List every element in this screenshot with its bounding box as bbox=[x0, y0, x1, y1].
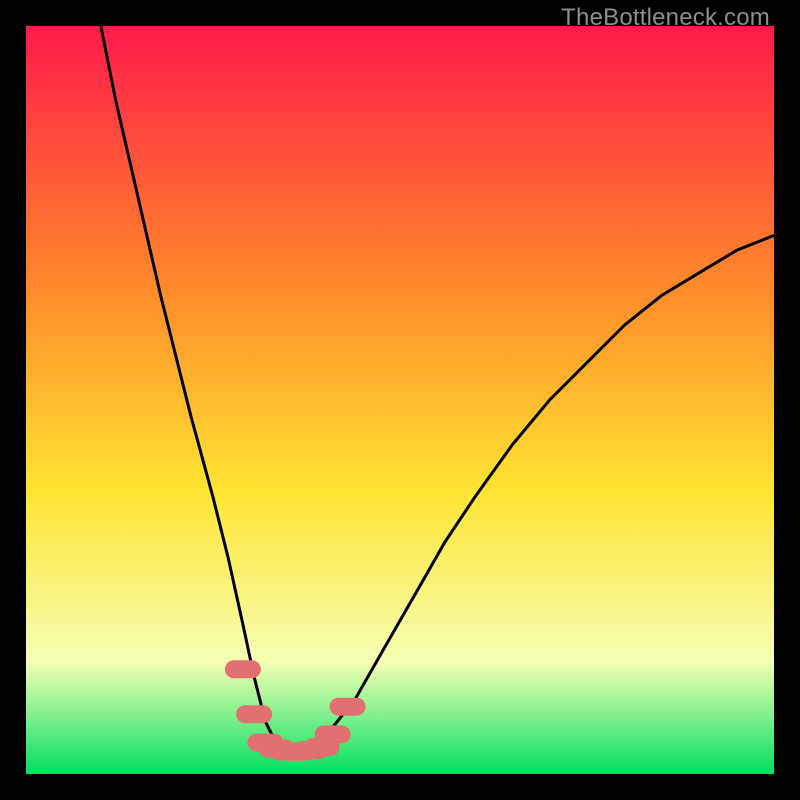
chart-svg bbox=[26, 26, 774, 774]
gradient-background bbox=[26, 26, 774, 774]
watermark-text: TheBottleneck.com bbox=[561, 4, 770, 32]
chart-frame bbox=[26, 26, 774, 774]
